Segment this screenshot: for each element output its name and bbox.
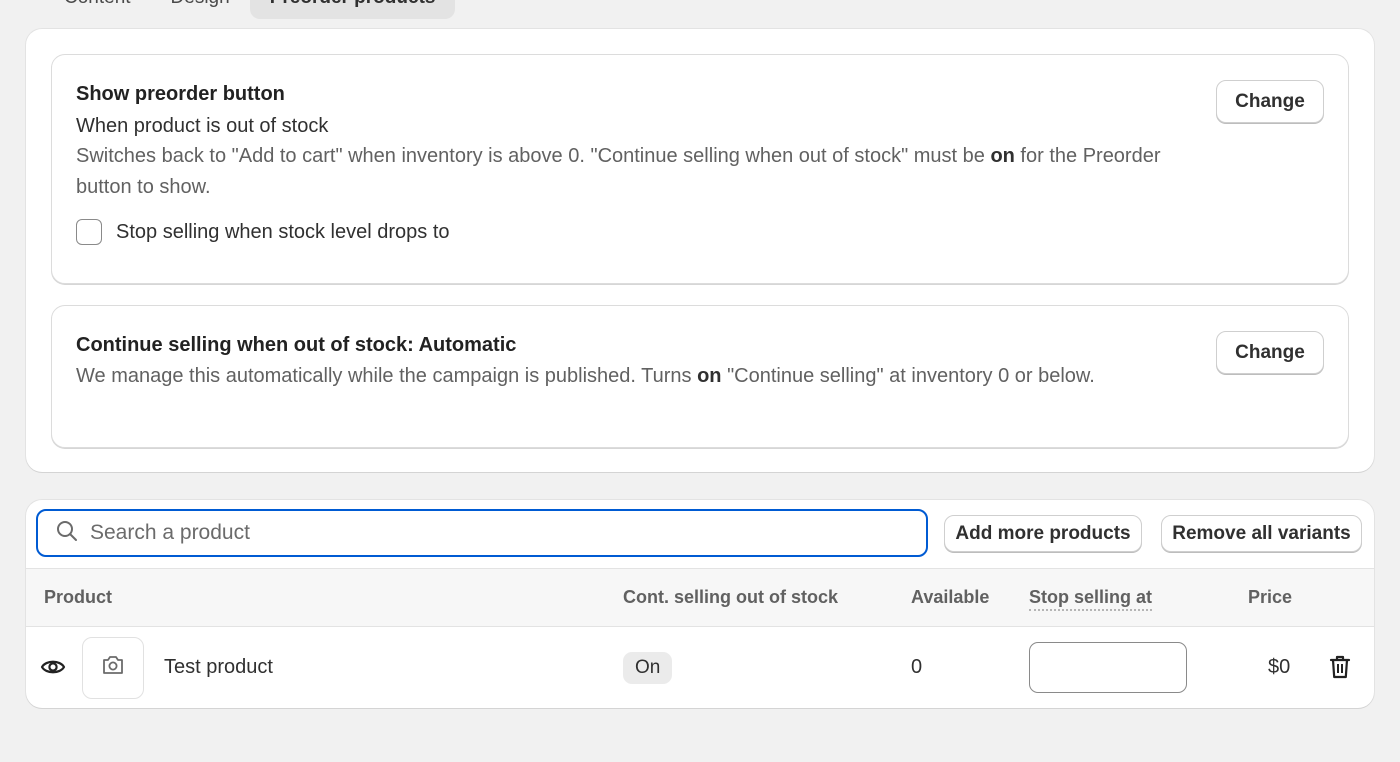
stop-selling-input[interactable] xyxy=(1029,642,1187,693)
section-title: Show preorder button xyxy=(76,83,285,105)
search-icon xyxy=(56,520,78,547)
available-value: 0 xyxy=(911,656,923,678)
add-more-products-button[interactable]: Add more products xyxy=(944,515,1142,552)
stop-selling-option[interactable]: Stop selling when stock level drops to xyxy=(76,219,450,245)
column-header-price[interactable]: Price xyxy=(1248,587,1292,608)
tab-content[interactable]: Content xyxy=(44,0,151,19)
section-description: We manage this automatically while the c… xyxy=(76,365,1095,387)
remove-all-variants-button[interactable]: Remove all variants xyxy=(1161,515,1362,552)
stop-selling-checkbox[interactable] xyxy=(76,219,102,245)
product-search[interactable] xyxy=(36,509,928,557)
trash-icon[interactable] xyxy=(1328,654,1352,686)
continue-selling-section: Continue selling when out of stock: Auto… xyxy=(51,305,1349,448)
table-row: Test product On 0 $0 xyxy=(26,627,1374,708)
column-header-available[interactable]: Available xyxy=(911,587,989,608)
product-thumbnail xyxy=(82,637,144,699)
table-header: Product Cont. selling out of stock Avail… xyxy=(26,568,1374,627)
preorder-button-section: Show preorder button When product is out… xyxy=(51,54,1349,284)
tab-preorder-products[interactable]: Preorder products xyxy=(249,0,456,19)
section-title: Continue selling when out of stock: Auto… xyxy=(76,334,517,356)
change-preorder-button[interactable]: Change xyxy=(1216,80,1324,123)
product-name[interactable]: Test product xyxy=(164,656,273,679)
settings-card: Show preorder button When product is out… xyxy=(26,29,1374,472)
section-description: Switches back to "Add to cart" when inve… xyxy=(76,145,1161,198)
search-input[interactable] xyxy=(90,521,870,545)
price-value: $0 xyxy=(1268,656,1291,678)
status-badge: On xyxy=(623,652,673,684)
camera-icon xyxy=(101,654,125,682)
column-header-stop-selling[interactable]: Stop selling at xyxy=(1029,587,1153,611)
section-subtitle: When product is out of stock xyxy=(76,115,329,137)
stop-selling-label[interactable]: Stop selling when stock level drops to xyxy=(116,221,450,244)
column-header-cont-selling[interactable]: Cont. selling out of stock xyxy=(623,587,838,608)
eye-icon[interactable] xyxy=(40,654,66,686)
column-header-product[interactable]: Product xyxy=(44,587,112,608)
change-continue-selling-button[interactable]: Change xyxy=(1216,331,1324,374)
tab-design[interactable]: Design xyxy=(151,0,250,19)
products-card: Add more products Remove all variants Pr… xyxy=(26,500,1374,708)
tab-bar: Content Design Preorder products xyxy=(44,0,456,19)
